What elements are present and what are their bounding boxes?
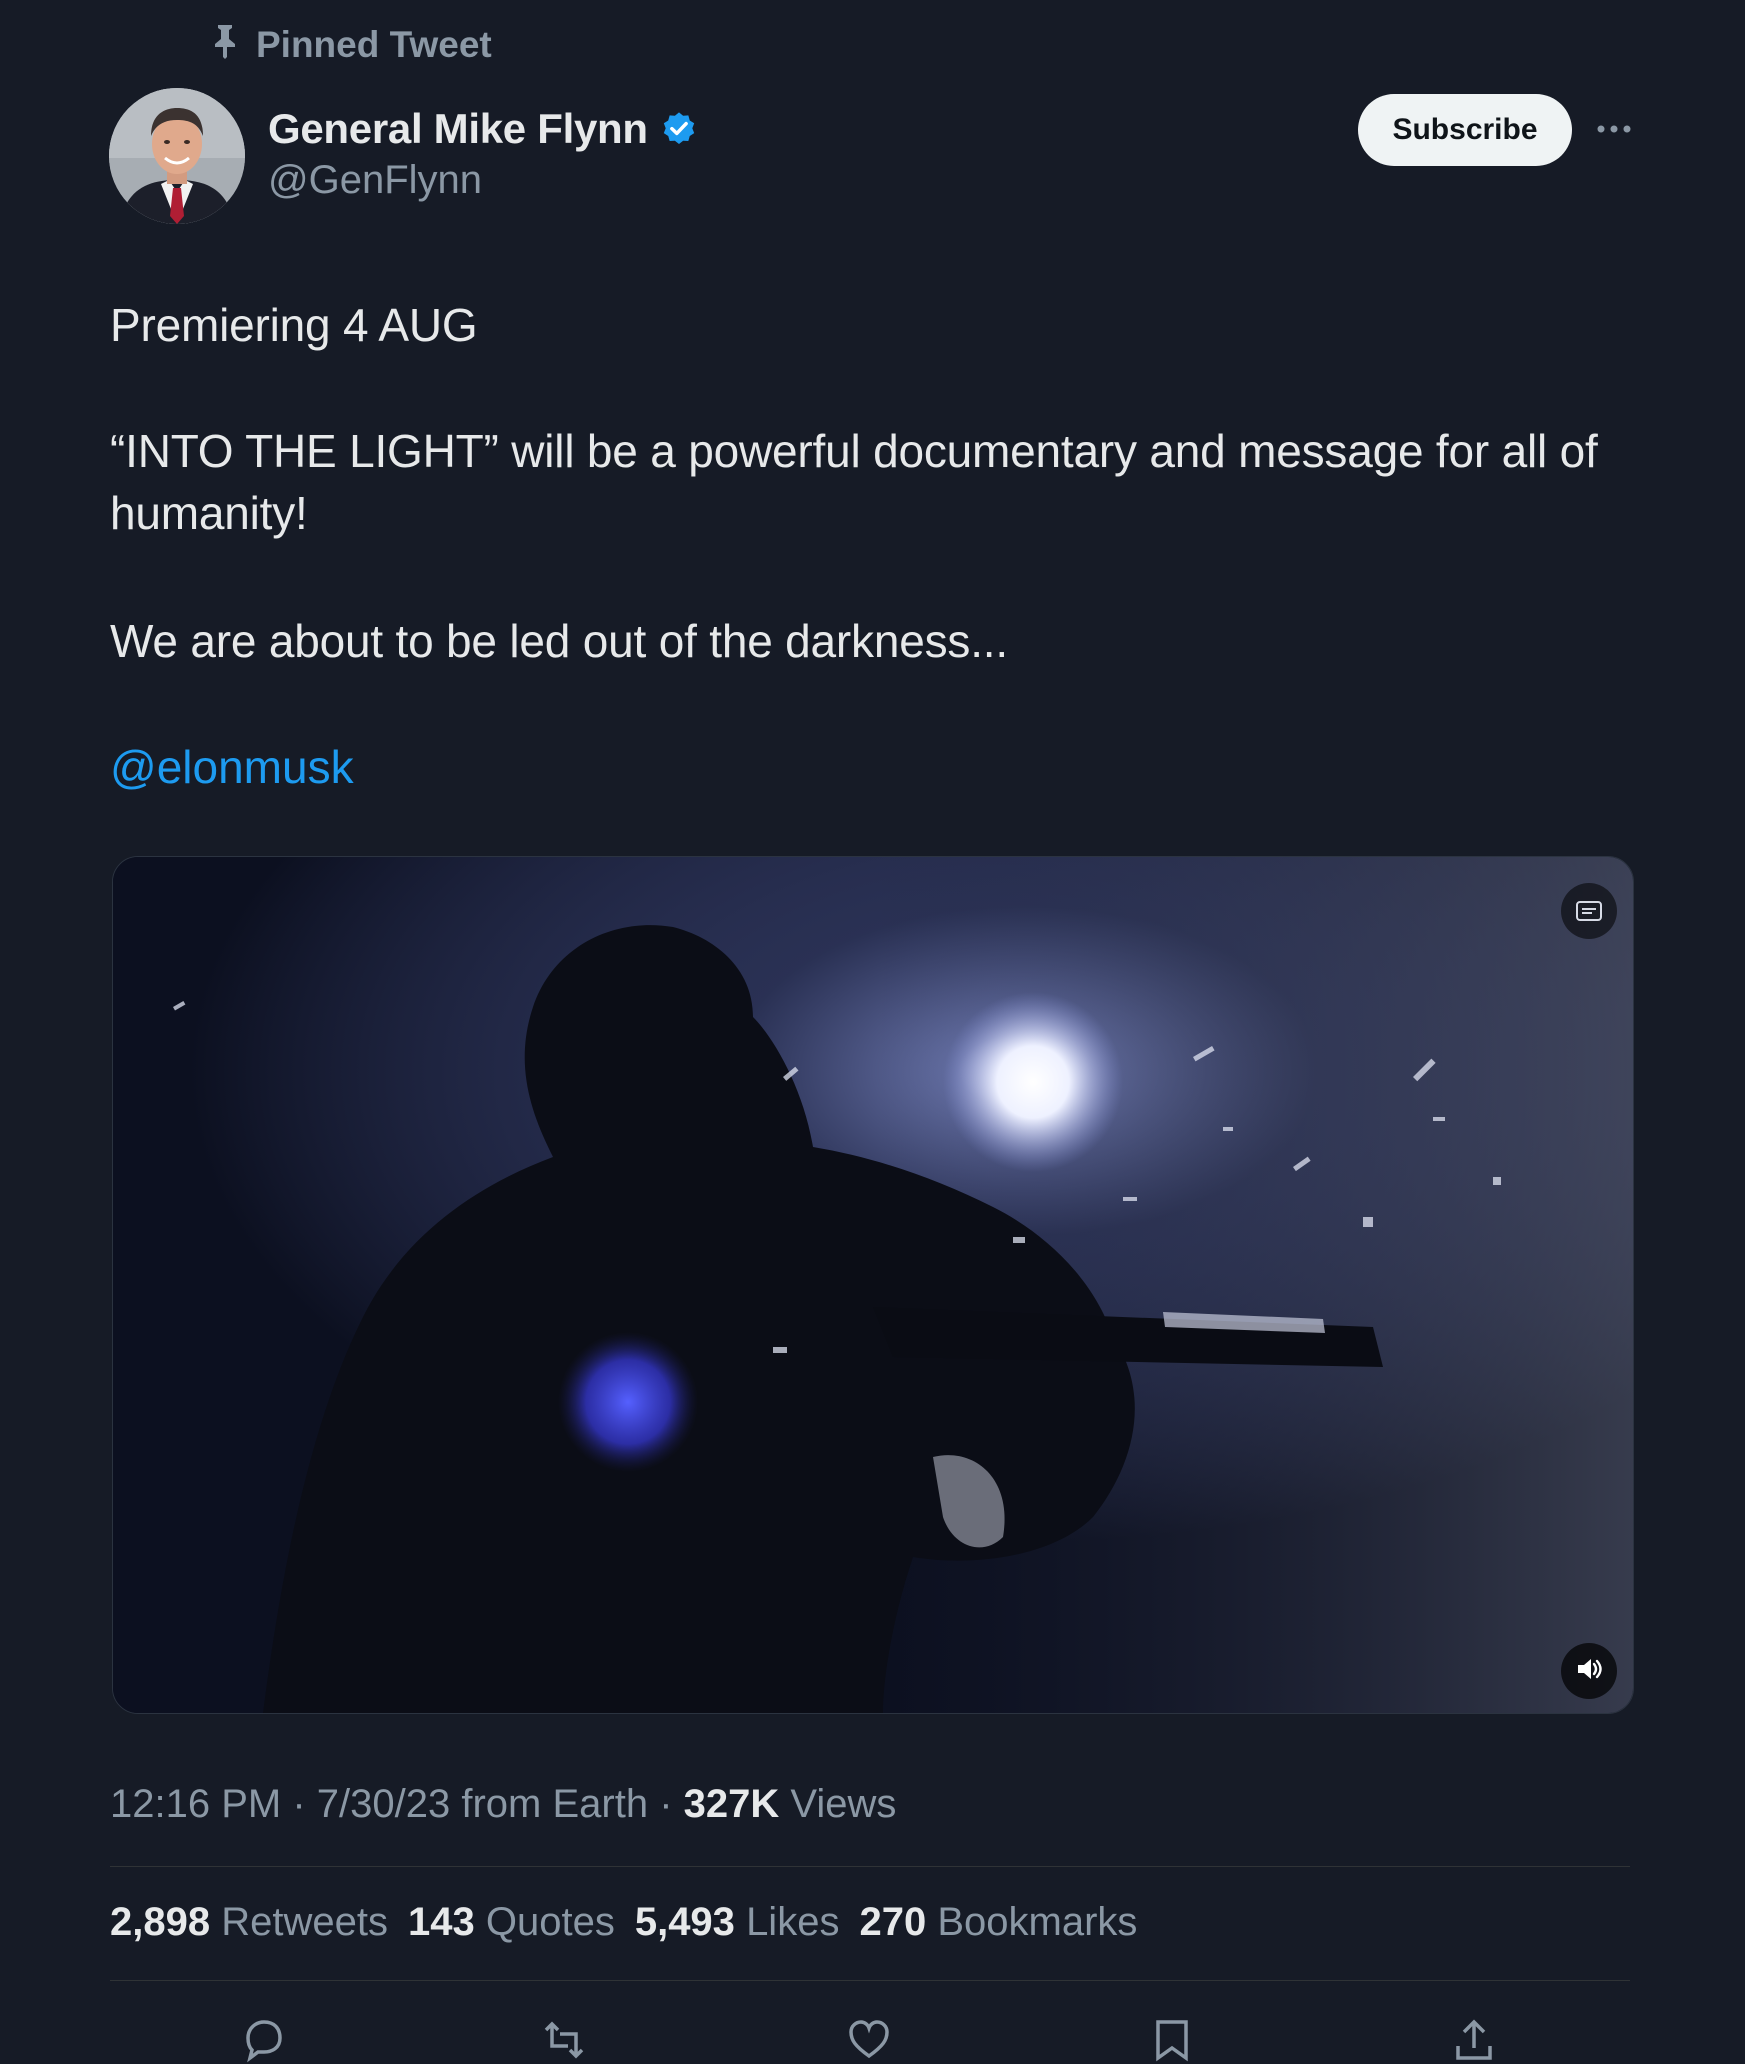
tweet-text-line2: “INTO THE LIGHT” will be a powerful docu…: [110, 425, 1598, 539]
author-handle[interactable]: @GenFlynn: [268, 158, 698, 203]
pinned-label: Pinned Tweet: [256, 24, 492, 65]
stat-label: Quotes: [485, 1900, 615, 1944]
action-bar: [0, 2006, 1745, 2063]
stat-count: 270: [859, 1900, 927, 1944]
bookmark-icon: [1156, 2020, 1188, 2062]
subscribe-button[interactable]: Subscribe: [1358, 94, 1572, 166]
stat-label: Retweets: [221, 1900, 388, 1944]
divider: [110, 1866, 1630, 1867]
gif-badge-icon: [1561, 883, 1617, 939]
author-name[interactable]: General Mike Flynn: [268, 105, 648, 153]
stat-retweets[interactable]: 2,898 Retweets: [110, 1896, 388, 1948]
pinned-indicator: Pinned Tweet: [210, 22, 492, 68]
video-player[interactable]: [112, 856, 1634, 1714]
reply-button[interactable]: [240, 2016, 288, 2064]
like-button[interactable]: [845, 2016, 893, 2064]
tweet-text-line3: We are about to be led out of the darkne…: [110, 615, 1008, 667]
tweet-source: from Earth: [450, 1782, 649, 1826]
more-button[interactable]: [1592, 108, 1636, 152]
stat-count: 143: [407, 1900, 475, 1944]
divider: [110, 1980, 1630, 1981]
author-block: General Mike Flynn @GenFlynn: [268, 102, 698, 203]
share-icon: [1456, 2019, 1492, 2060]
avatar[interactable]: [109, 88, 245, 224]
stat-bookmarks[interactable]: 270 Bookmarks: [859, 1896, 1137, 1948]
volume-icon: [1573, 1653, 1605, 1690]
stat-label: Likes: [746, 1900, 840, 1944]
meta-separator: ·: [281, 1782, 317, 1826]
stat-likes[interactable]: 5,493 Likes: [635, 1896, 840, 1948]
more-icon: [1596, 121, 1632, 139]
views-label: Views: [779, 1782, 897, 1826]
stat-quotes[interactable]: 143 Quotes: [408, 1896, 615, 1948]
pin-icon: [210, 23, 240, 68]
heart-icon: [849, 2020, 889, 2059]
video-frame: [113, 857, 1633, 1713]
bookmark-button[interactable]: [1148, 2016, 1196, 2064]
tweet-date[interactable]: 7/30/23: [317, 1782, 450, 1826]
stat-label: Bookmarks: [937, 1900, 1138, 1944]
engagement-stats: 2,898 Retweets 143 Quotes 5,493 Likes 27…: [110, 1896, 1137, 1948]
meta-separator: ·: [648, 1782, 684, 1826]
retweet-icon: [544, 2021, 584, 2059]
tweet-meta: 12:16 PM · 7/30/23 from Earth · 327K Vie…: [110, 1778, 896, 1830]
stat-count: 5,493: [634, 1900, 735, 1944]
retweet-button[interactable]: [540, 2016, 588, 2064]
views-count: 327K: [683, 1782, 780, 1826]
reply-icon: [246, 2020, 282, 2063]
tweet-time[interactable]: 12:16 PM: [110, 1782, 281, 1826]
share-button[interactable]: [1450, 2016, 1498, 2064]
stat-count: 2,898: [110, 1900, 211, 1944]
tweet-text-line1: Premiering 4 AUG: [110, 299, 478, 351]
tweet-page: Pinned Tweet General Mike Flynn @GenFlyn…: [0, 0, 1745, 2063]
mention-link[interactable]: @elonmusk: [110, 736, 354, 798]
volume-button[interactable]: [1561, 1643, 1617, 1699]
verified-icon: [660, 110, 698, 148]
